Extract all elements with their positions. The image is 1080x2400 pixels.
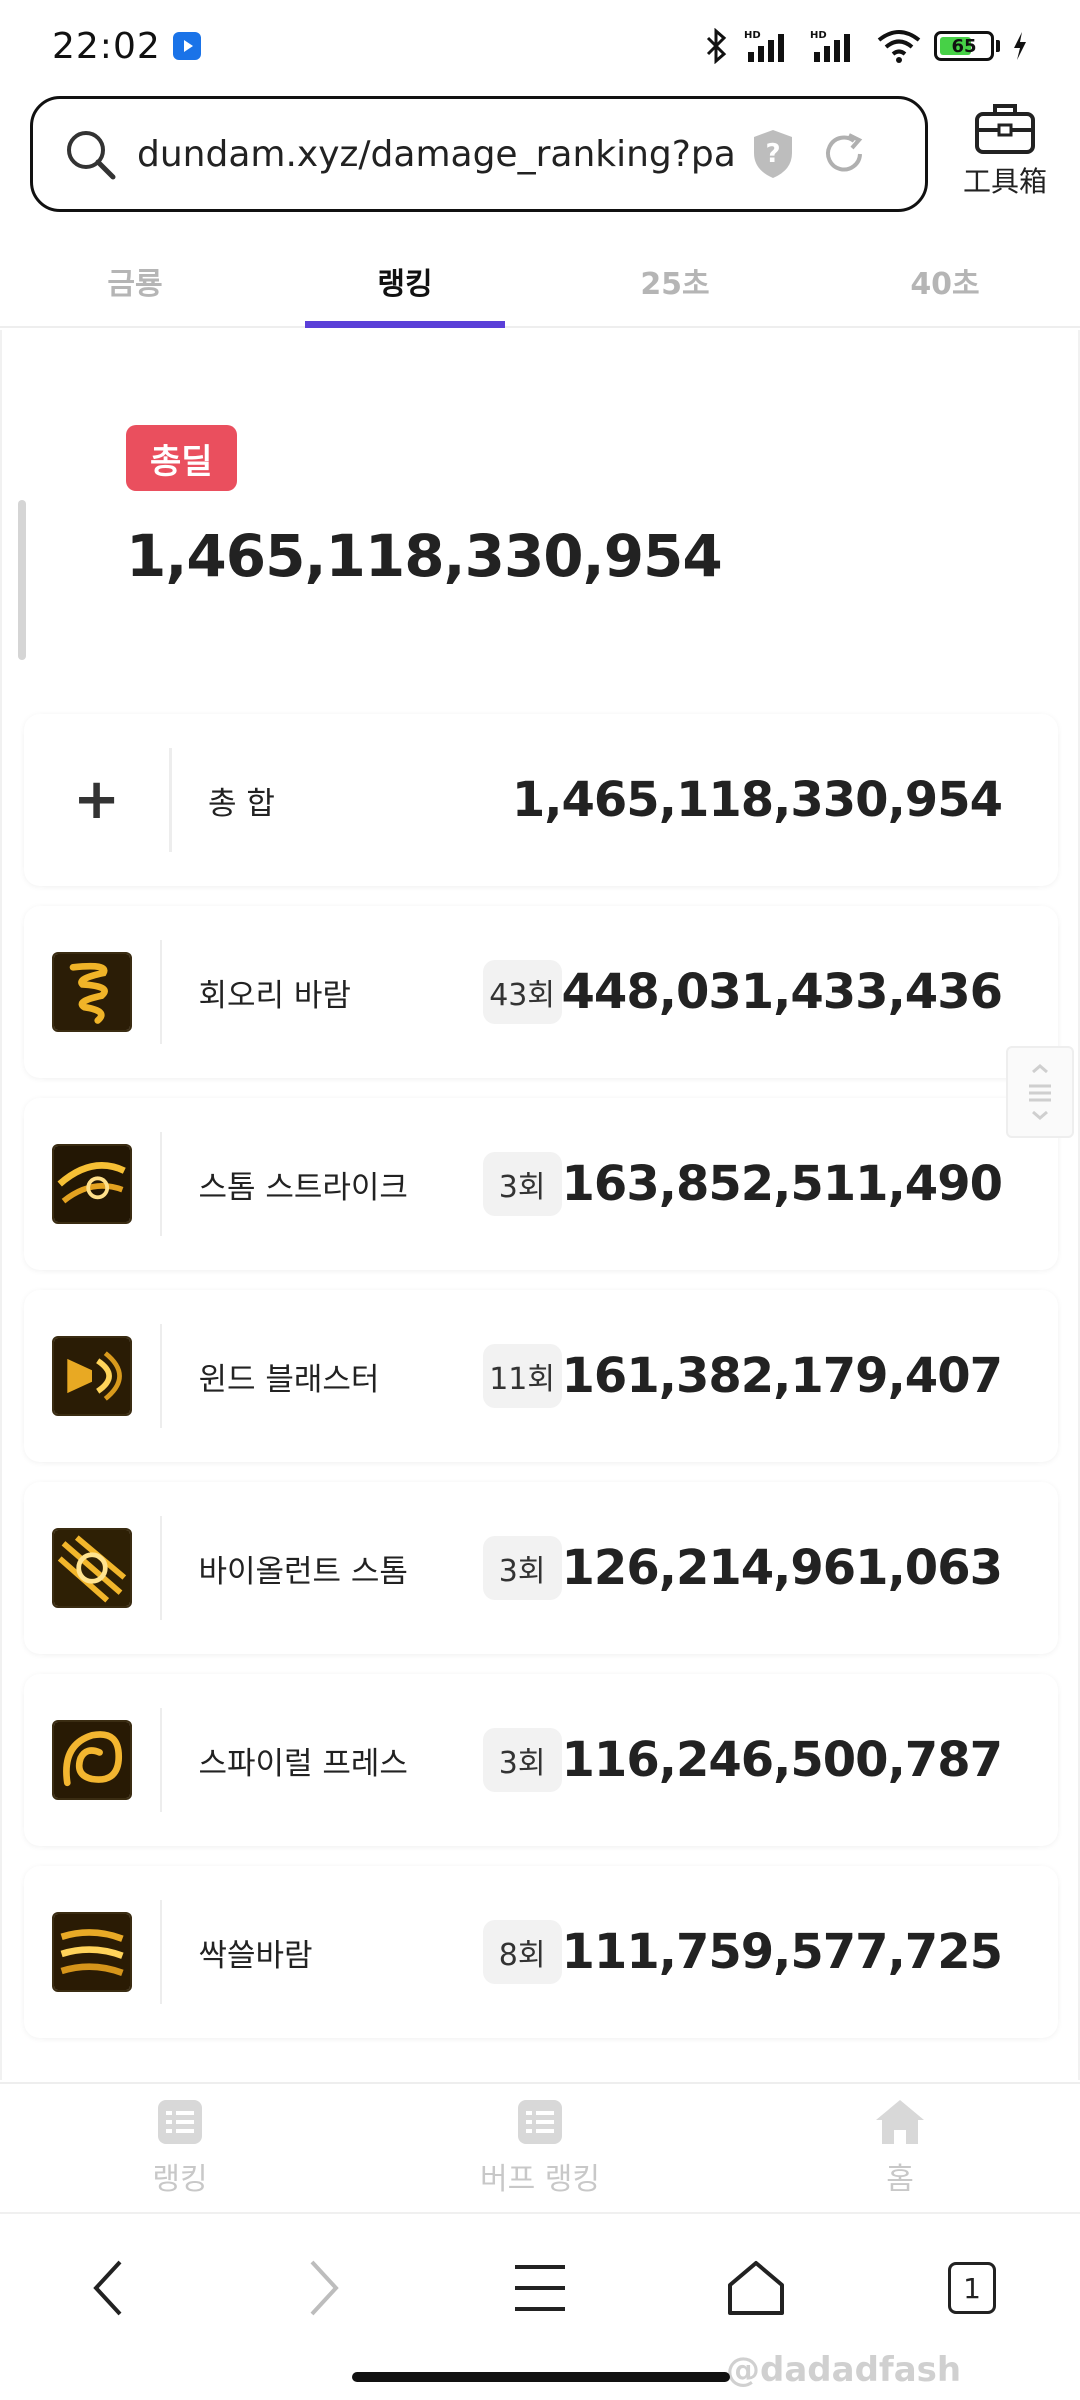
skill-damage: 448,031,433,436	[561, 964, 1003, 1020]
sweeping-wind-skill-icon	[51, 1912, 132, 1992]
list-icon	[518, 2100, 562, 2144]
tab-geumryong[interactable]: 금룡	[0, 236, 270, 326]
menu-button[interactable]	[495, 2243, 585, 2333]
scroll-handle-icon	[1029, 1064, 1051, 1120]
row-divider	[159, 1900, 163, 2004]
skill-name: 싹쓸바람	[198, 1937, 313, 1974]
skill-row[interactable]: 회오리 바람 43회 448,031,433,436	[24, 906, 1058, 1078]
skill-name: 스파이럴 프레스	[198, 1745, 408, 1782]
scroll-handle[interactable]	[1006, 1046, 1074, 1138]
status-icons: HD HD 65	[702, 28, 1028, 64]
nav-ranking[interactable]: 랭킹	[0, 2084, 360, 2212]
search-icon	[67, 131, 116, 180]
chevron-right-icon	[310, 2260, 339, 2316]
nav-buff-ranking[interactable]: 버프 랭킹	[360, 2084, 720, 2212]
list-icon	[158, 2100, 202, 2144]
notification-icon	[172, 32, 201, 60]
status-time: 22:02	[52, 25, 161, 67]
row-divider	[169, 748, 173, 852]
total-row-label: 총 합	[208, 785, 275, 822]
toolbox-button[interactable]: 工具箱	[950, 100, 1060, 210]
skill-name: 스톰 스트라이크	[198, 1169, 408, 1206]
nav-label: 랭킹	[152, 2162, 208, 2197]
wifi-icon	[877, 30, 921, 63]
ranking-tabs: 금룡 랭킹 25초 40초	[0, 236, 1080, 328]
tab-40sec[interactable]: 40초	[810, 236, 1080, 326]
svg-text:HD: HD	[744, 30, 761, 41]
menu-icon	[515, 2265, 565, 2311]
toolbox-icon	[975, 104, 1035, 154]
row-divider	[159, 1324, 163, 1428]
hit-count: 3회	[482, 1728, 562, 1792]
row-divider	[159, 1132, 163, 1236]
skill-name: 회오리 바람	[198, 977, 351, 1014]
total-damage-badge: 총딜	[126, 425, 237, 491]
home-outline-icon	[728, 2261, 784, 2315]
toolbox-label: 工具箱	[962, 165, 1047, 198]
battery-icon: 65	[934, 31, 1000, 61]
row-divider	[159, 940, 163, 1044]
skill-name: 윈드 블래스터	[198, 1361, 380, 1398]
battery-level: 65	[951, 35, 977, 57]
watermark: @dadadfash	[726, 2350, 962, 2390]
home-button[interactable]	[711, 2243, 801, 2333]
hit-count: 43회	[482, 960, 562, 1024]
address-bar[interactable]: dundam.xyz/damage_ranking?pa... ?	[30, 96, 928, 212]
svg-text:?: ?	[765, 139, 780, 169]
signal-icon: HD	[744, 30, 784, 62]
storm-strike-skill-icon	[51, 1144, 132, 1224]
home-icon	[876, 2100, 924, 2144]
tabs-button[interactable]: 1	[927, 2243, 1017, 2333]
skill-damage: 163,852,511,490	[561, 1156, 1003, 1212]
url-text[interactable]: dundam.xyz/damage_ranking?pa...	[137, 134, 737, 175]
skill-damage: 116,246,500,787	[561, 1732, 1003, 1788]
violent-storm-skill-icon	[51, 1528, 132, 1608]
wind-blaster-skill-icon	[51, 1336, 132, 1416]
total-row-damage: 1,465,118,330,954	[511, 772, 1003, 828]
forward-button[interactable]	[279, 2243, 369, 2333]
hit-count: 8회	[482, 1920, 562, 1984]
home-indicator[interactable]	[352, 2372, 730, 2382]
status-bar: 22:02 HD HD 65	[0, 0, 1080, 92]
skill-row[interactable]: 싹쓸바람 8회 111,759,577,725	[24, 1866, 1058, 2038]
skill-damage: 161,382,179,407	[561, 1348, 1003, 1404]
whirlwind-skill-icon	[51, 952, 132, 1032]
skill-row[interactable]: 스파이럴 프레스 3회 116,246,500,787	[24, 1674, 1058, 1846]
chevron-left-icon	[93, 2260, 122, 2316]
skill-damage: 126,214,961,063	[561, 1540, 1003, 1596]
spiral-press-skill-icon	[51, 1720, 132, 1800]
hit-count: 11회	[482, 1344, 562, 1408]
skill-damage: 111,759,577,725	[561, 1924, 1003, 1980]
bluetooth-icon	[706, 28, 727, 64]
reload-icon[interactable]	[821, 131, 867, 177]
bottom-navigation: 랭킹 버프 랭킹 홈	[0, 2082, 1080, 2212]
tab-ranking[interactable]: 랭킹	[270, 236, 540, 328]
skill-row[interactable]: 스톰 스트라이크 3회 163,852,511,490	[24, 1098, 1058, 1270]
tab-count: 1	[948, 2262, 996, 2314]
back-button[interactable]	[63, 2243, 153, 2333]
skill-name: 바이올런트 스톰	[198, 1553, 408, 1590]
row-divider	[159, 1708, 163, 1812]
row-divider	[159, 1516, 163, 1620]
signal-icon-2: HD	[810, 30, 850, 62]
svg-text:HD: HD	[810, 30, 827, 41]
nav-label: 버프 랭킹	[480, 2162, 600, 2197]
tab-25sec[interactable]: 25초	[540, 236, 810, 326]
nav-label: 홈	[886, 2162, 914, 2197]
hit-count: 3회	[482, 1152, 562, 1216]
charging-icon	[1014, 32, 1026, 60]
skill-row[interactable]: 바이올런트 스톰 3회 126,214,961,063	[24, 1482, 1058, 1654]
browser-navigation: 1	[0, 2212, 1080, 2362]
nav-home[interactable]: 홈	[720, 2084, 1080, 2212]
total-damage-value: 1,465,118,330,954	[126, 522, 723, 590]
side-scrollbar[interactable]	[18, 500, 26, 660]
hit-count: 3회	[482, 1536, 562, 1600]
total-row[interactable]: + 총 합 1,465,118,330,954	[24, 714, 1058, 886]
skill-row[interactable]: 윈드 블래스터 11회 161,382,179,407	[24, 1290, 1058, 1462]
plus-icon[interactable]: +	[73, 772, 120, 828]
shield-icon[interactable]: ?	[751, 128, 795, 180]
